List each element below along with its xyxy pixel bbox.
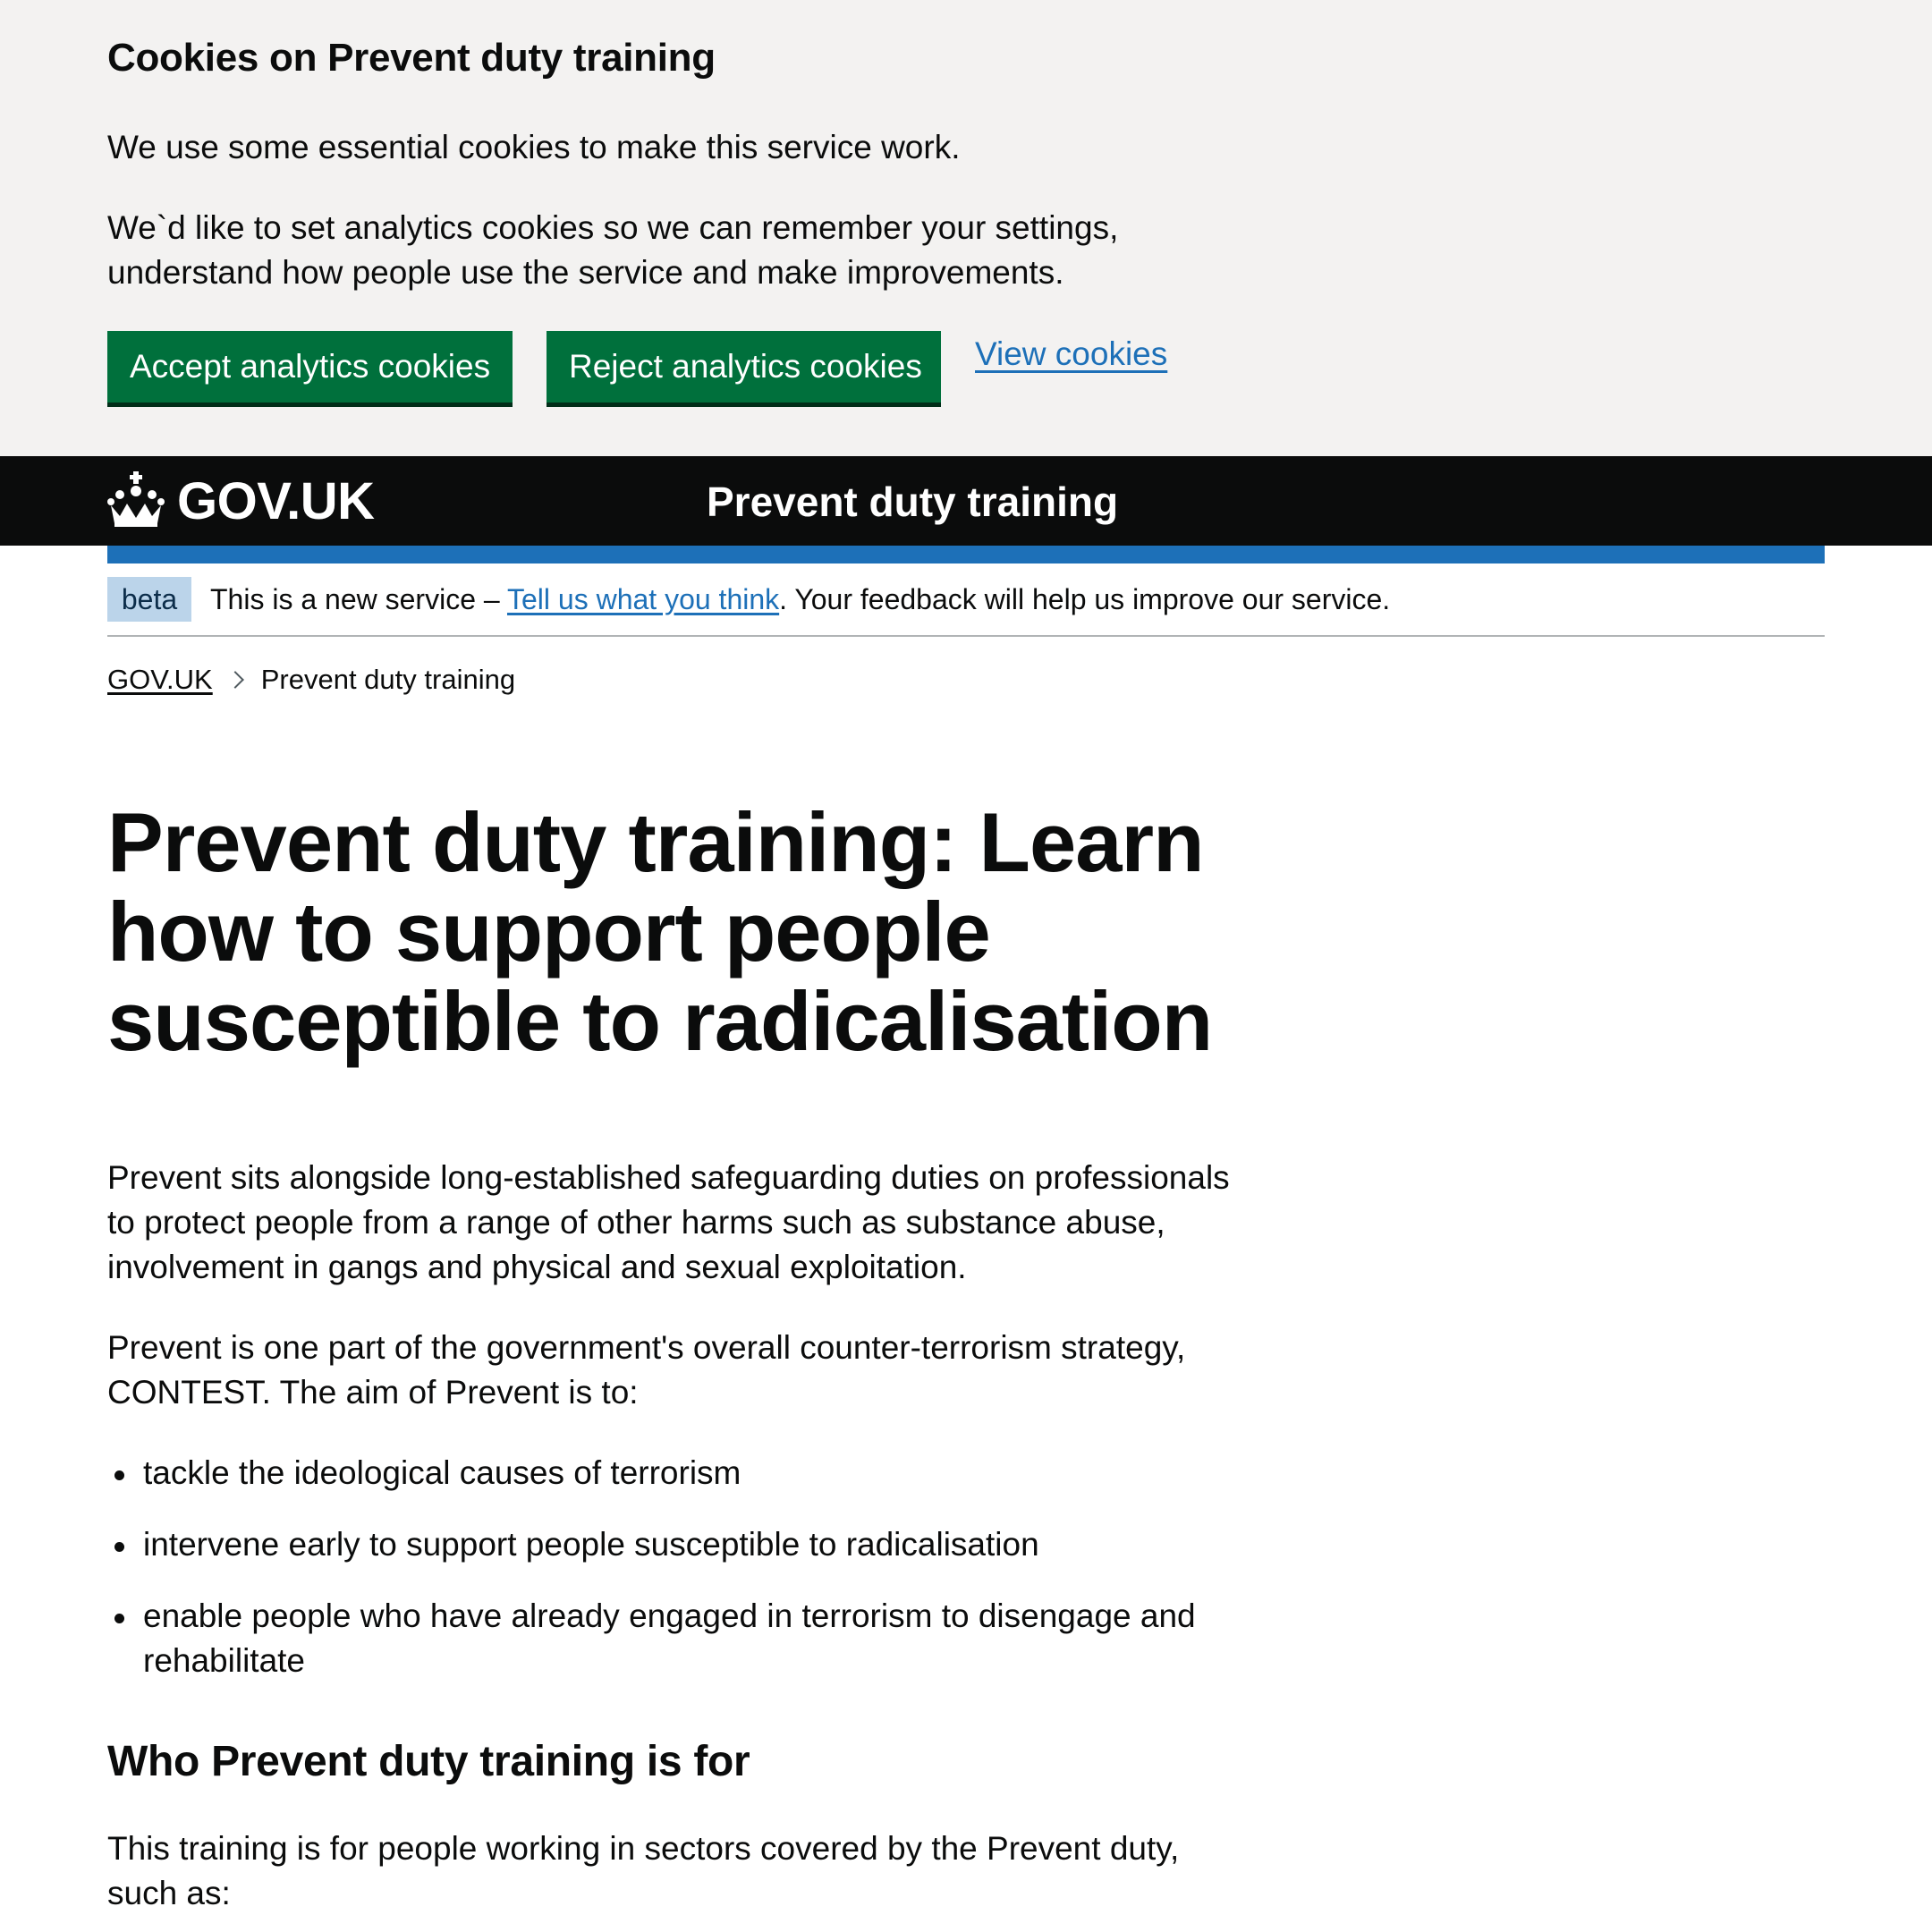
cookie-banner-text: We use some essential cookies to make th… (107, 129, 961, 165)
cookie-banner-title: Cookies on Prevent duty training (107, 36, 716, 80)
crown-icon (107, 470, 165, 531)
list-item: intervene early to support people suscep… (107, 1522, 1252, 1567)
accept-analytics-cookies-button[interactable]: Accept analytics cookies (107, 331, 513, 402)
cookie-banner: Cookies on Prevent duty training We use … (0, 0, 1932, 456)
list-item: tackle the ideological causes of terrori… (107, 1451, 1252, 1496)
phase-text-after: . Your feedback will help us improve our… (779, 583, 1391, 615)
beta-tag: beta (107, 577, 191, 622)
govuk-logo-text: GOV.UK (177, 471, 375, 530)
site-header: GOV.UK Prevent duty training (0, 456, 1932, 546)
reject-analytics-cookies-button[interactable]: Reject analytics cookies (547, 331, 941, 402)
view-cookies-link[interactable]: View cookies (975, 335, 1167, 373)
phase-banner: beta This is a new service – Tell us wha… (107, 577, 1825, 637)
govuk-home-link[interactable]: GOV.UK (107, 468, 375, 534)
phase-text-before: This is a new service – (210, 583, 507, 615)
audience-paragraph: This training is for people working in s… (107, 1830, 1180, 1911)
feedback-link[interactable]: Tell us what you think (507, 583, 779, 615)
intro-paragraph: Prevent sits alongside long-established … (107, 1159, 1230, 1285)
breadcrumb-current: Prevent duty training (260, 664, 516, 695)
breadcrumb: GOV.UK Prevent duty training (107, 664, 515, 696)
section-heading: Who Prevent duty training is for (107, 1738, 750, 1785)
phase-banner-text: This is a new service – Tell us what you… (210, 582, 1390, 616)
aim-paragraph: Prevent is one part of the government's … (107, 1329, 1186, 1411)
chevron-right-icon (225, 671, 244, 689)
list-item: enable people who have already engaged i… (107, 1594, 1252, 1683)
header-blue-bar (107, 546, 1825, 564)
cookie-banner-text: We`d like to set analytics cookies so we… (107, 209, 1119, 291)
breadcrumb-home-link[interactable]: GOV.UK (107, 664, 213, 696)
page-title: Prevent duty training: Learn how to supp… (107, 795, 1213, 1068)
aims-list: tackle the ideological causes of terrori… (107, 1451, 1252, 1710)
service-name-link[interactable]: Prevent duty training (707, 478, 1118, 526)
